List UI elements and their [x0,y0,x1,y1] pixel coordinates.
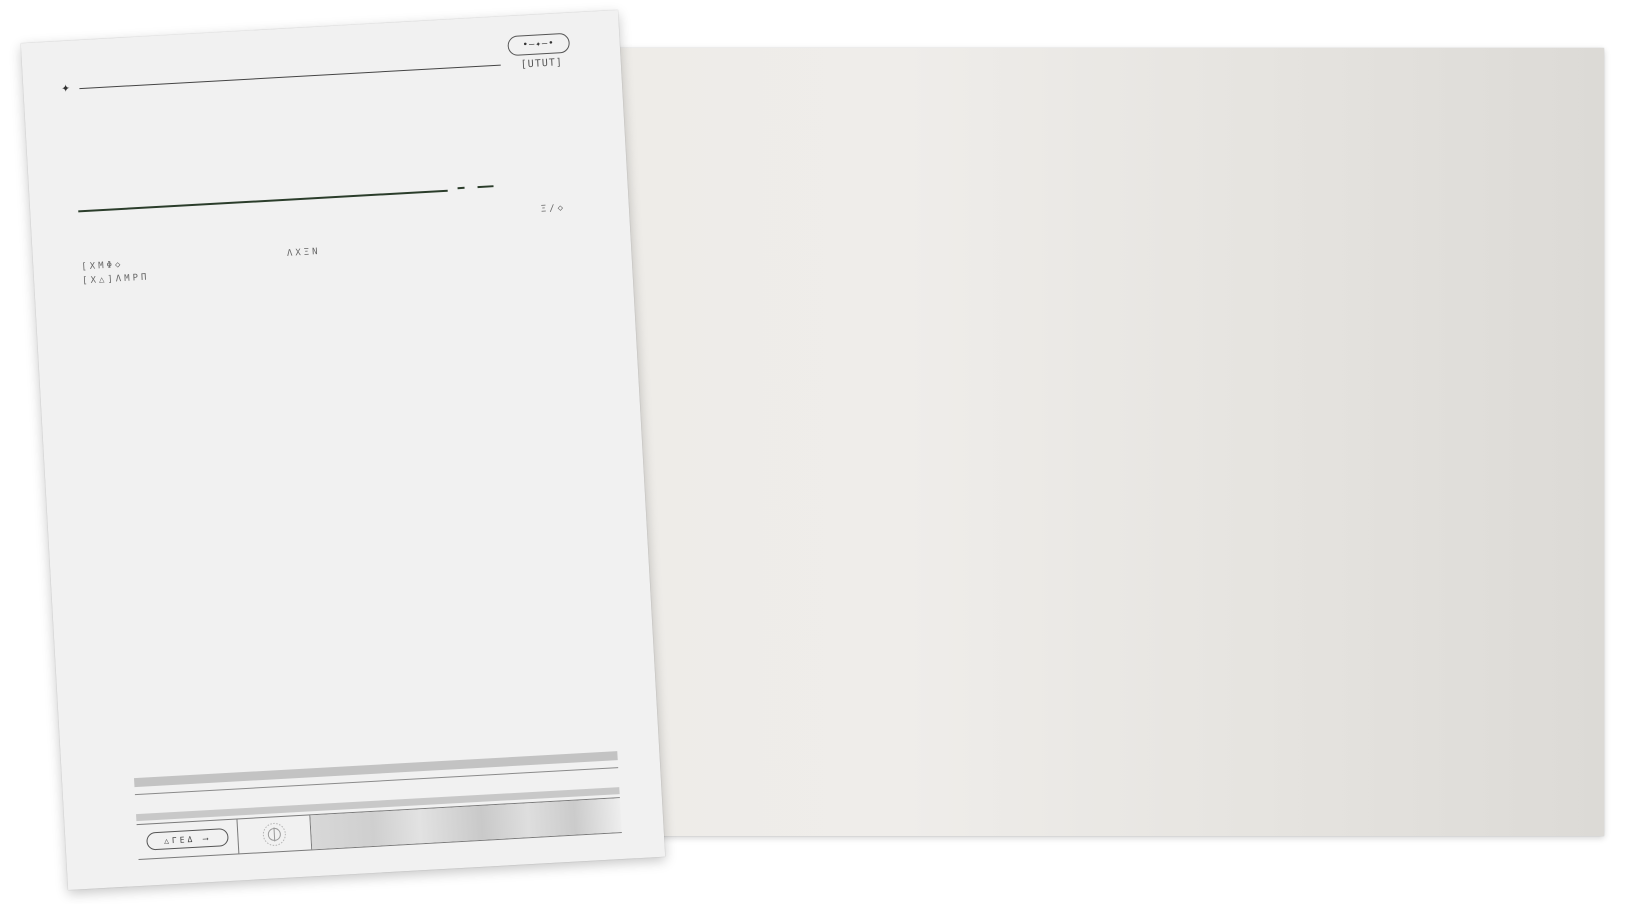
footer-button[interactable]: △ΓΕΔ ⟶ [146,828,229,851]
poster-sheet: ✦ •—✦—• [UTUT] Ξ/◇ [XMΦ◇ [X△]ΛMPΠ ΛXΞN △… [20,9,666,891]
code-label-left-2: [X△]ΛMPΠ [81,272,150,287]
footer-button-cell: △ΓΕΔ ⟶ [136,819,240,860]
code-label-middle: ΛXΞN [286,246,321,259]
top-code-label: [UTUT] [520,57,564,71]
star-icon: ✦ [60,79,71,97]
seal-icon [262,822,286,846]
code-label-left-1: [XMΦ◇ [81,259,124,273]
blank-board [604,48,1604,836]
code-label-right: Ξ/◇ [540,203,567,215]
green-dash-short [457,186,465,190]
top-divider [79,64,501,90]
scene: ✦ •—✦—• [UTUT] Ξ/◇ [XMΦ◇ [X△]ΛMPΠ ΛXΞN △… [0,0,1628,904]
top-pill-badge: •—✦—• [507,32,571,57]
grey-bar [133,751,618,788]
green-dash-long [477,185,494,189]
footer-seal-cell [237,815,313,854]
green-rule [78,189,448,213]
